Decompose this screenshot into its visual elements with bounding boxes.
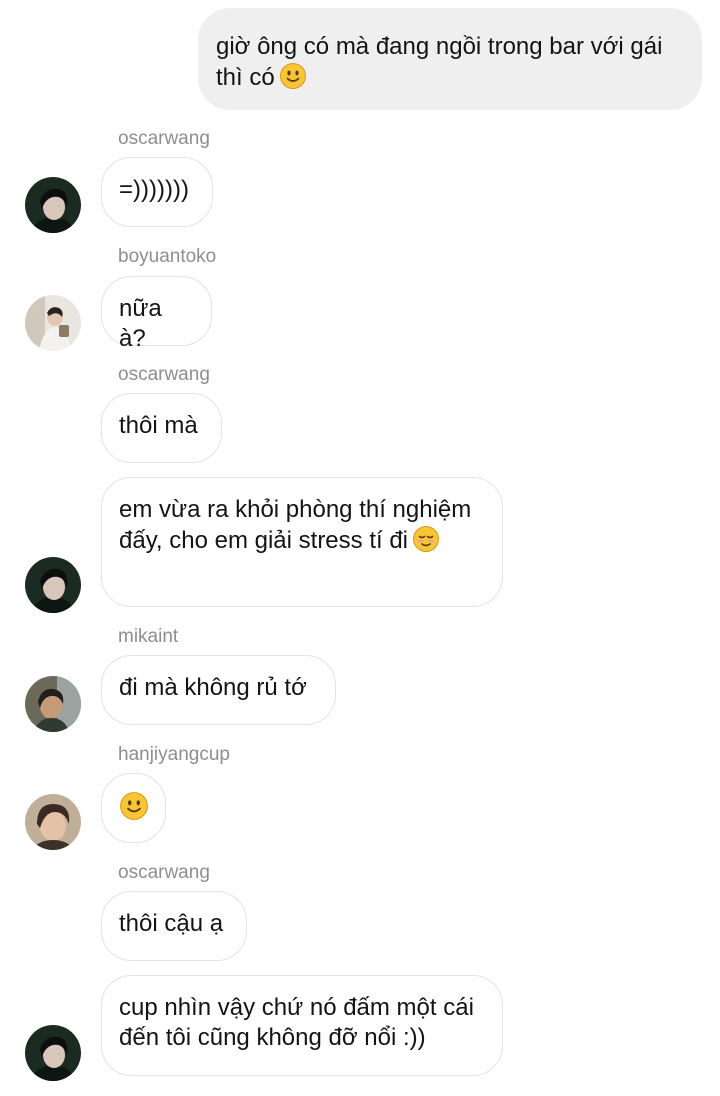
message-text: nữa à? xyxy=(119,295,162,352)
message-bubble[interactable]: cup nhìn vậy chứ nó đấm một cái đến tôi … xyxy=(101,975,503,1076)
avatar-hanjiyangcup[interactable] xyxy=(25,794,81,850)
message-bubble[interactable]: nữa à? xyxy=(101,276,212,352)
message-text: đi mà không rủ tớ xyxy=(119,674,307,701)
message-bubble[interactable] xyxy=(101,773,166,843)
avatar-oscarwang[interactable] xyxy=(25,177,81,233)
sender-name[interactable]: mikaint xyxy=(118,626,178,648)
avatar-boyuantoko[interactable] xyxy=(25,295,81,351)
sender-name[interactable]: oscarwang xyxy=(118,862,210,884)
message-text: thôi mà xyxy=(119,412,198,439)
avatar-mikaint[interactable] xyxy=(25,676,81,732)
sender-name[interactable]: boyuantoko xyxy=(118,246,216,268)
message-text: thôi cậu ạ xyxy=(119,910,224,937)
slightly-smiling-face-icon xyxy=(279,63,306,89)
slightly-smiling-face-icon xyxy=(120,792,148,820)
outgoing-message-bubble[interactable]: giờ ông có mà đang ngồi trong bar với gá… xyxy=(198,8,702,110)
avatar-oscarwang[interactable] xyxy=(25,1025,81,1081)
sender-name[interactable]: oscarwang xyxy=(118,128,210,150)
message-text: =))))))) xyxy=(119,176,189,203)
sender-name[interactable]: oscarwang xyxy=(118,364,210,386)
message-text: cup nhìn vậy chứ nó đấm một cái đến tôi … xyxy=(119,994,474,1051)
message-bubble[interactable]: thôi cậu ạ xyxy=(101,891,247,961)
message-bubble[interactable]: thôi mà xyxy=(101,393,222,463)
message-bubble[interactable]: đi mà không rủ tớ xyxy=(101,655,336,725)
relieved-face-icon xyxy=(413,526,440,552)
sender-name[interactable]: hanjiyangcup xyxy=(118,744,230,766)
message-bubble[interactable]: =))))))) xyxy=(101,157,213,227)
avatar-oscarwang[interactable] xyxy=(25,557,81,613)
message-bubble[interactable]: em vừa ra khỏi phòng thí nghiệm đấy, cho… xyxy=(101,477,503,607)
